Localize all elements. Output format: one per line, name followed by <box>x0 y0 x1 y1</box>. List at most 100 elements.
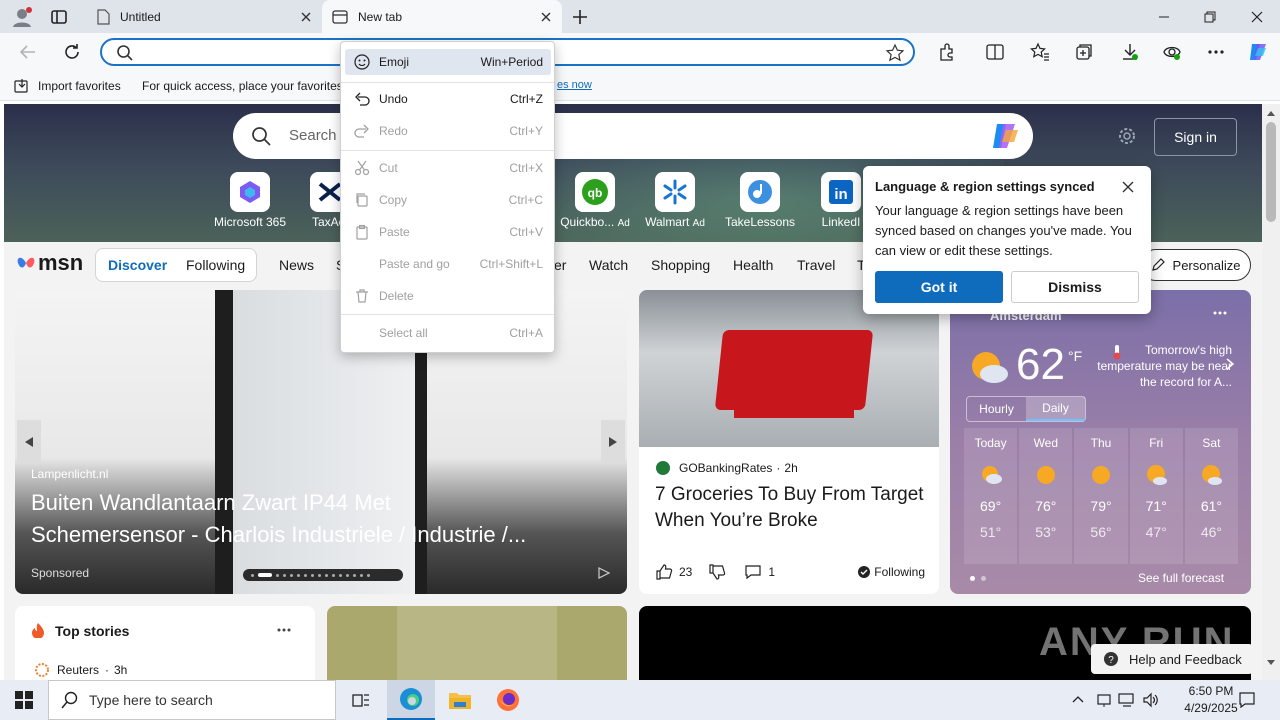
weather-card[interactable]: Amsterdam 62 °F Tomorrow's high temperat… <box>950 290 1251 594</box>
notification-icon[interactable] <box>1238 691 1256 709</box>
quicklink-takelessons[interactable]: TakeLessons <box>720 172 800 229</box>
more-options-icon[interactable] <box>1202 40 1230 64</box>
got-it-button[interactable]: Got it <box>875 271 1003 303</box>
file-explorer-button[interactable] <box>436 680 484 720</box>
close-tab-icon[interactable] <box>540 11 552 23</box>
minimize-button[interactable] <box>1141 0 1187 33</box>
favorites-icon[interactable] <box>1026 40 1054 64</box>
chevron-right-icon[interactable] <box>1226 358 1234 370</box>
page-scrollbar[interactable] <box>1262 104 1280 680</box>
close-tab-icon[interactable] <box>300 11 312 23</box>
close-icon[interactable] <box>1122 181 1134 193</box>
performance-icon[interactable] <box>1158 40 1186 64</box>
import-favorites-button[interactable]: Import favorites <box>14 78 121 94</box>
dismiss-button[interactable]: Dismiss <box>1011 271 1139 303</box>
forecast-day[interactable]: Wed 76° 53° <box>1019 428 1073 564</box>
close-window-button[interactable] <box>1234 0 1280 33</box>
menu-item-paste[interactable]: Paste Ctrl+V <box>345 219 551 245</box>
msn-logo[interactable]: msn <box>16 250 83 276</box>
tab-discover[interactable]: Discover <box>108 257 167 273</box>
scroll-thumb[interactable] <box>1266 122 1276 222</box>
nav-travel[interactable]: Travel <box>797 257 835 273</box>
downloads-icon[interactable] <box>1116 40 1144 64</box>
task-view-button[interactable] <box>340 680 382 720</box>
nav-health[interactable]: Health <box>733 257 773 273</box>
tab-hourly[interactable]: Hourly <box>967 397 1026 421</box>
quicklink-microsoft-365[interactable]: Microsoft 365 <box>210 172 290 229</box>
help-feedback-button[interactable]: ? Help and Feedback <box>1091 644 1253 674</box>
scroll-up-icon[interactable] <box>1267 110 1275 116</box>
restore-button[interactable] <box>1187 0 1233 33</box>
extensions-icon[interactable] <box>933 40 961 64</box>
menu-label: Paste <box>379 225 410 239</box>
nav-news[interactable]: News <box>279 257 314 273</box>
menu-item-redo[interactable]: Redo Ctrl+Y <box>345 118 551 144</box>
see-full-forecast-link[interactable]: See full forecast <box>1138 571 1224 585</box>
personalize-button[interactable]: Personalize <box>1140 249 1251 281</box>
msn-wordmark: msn <box>38 250 84 275</box>
copilot-icon[interactable] <box>991 122 1021 150</box>
menu-item-select-all[interactable]: Select all Ctrl+A <box>345 320 551 346</box>
more-icon[interactable] <box>277 628 291 632</box>
newtab-page-icon <box>332 9 348 24</box>
taskbar-search-box[interactable]: Type here to search <box>48 680 336 720</box>
like-icon[interactable] <box>655 563 673 581</box>
refresh-button[interactable] <box>60 40 84 64</box>
quicklink-quickbooks[interactable]: qb Quickbo... Ad <box>555 172 635 229</box>
carousel-prev-button[interactable] <box>17 420 41 464</box>
day-label: Thu <box>1090 436 1112 450</box>
nav-watch[interactable]: Watch <box>589 257 628 273</box>
dislike-icon[interactable] <box>708 563 726 581</box>
nav-weather[interactable]: er <box>554 257 566 273</box>
tab-title: Untitled <box>120 9 161 24</box>
favorite-star-icon[interactable] <box>885 43 905 63</box>
quicklink-walmart[interactable]: Walmart Ad <box>635 172 715 229</box>
tab-following[interactable]: Following <box>186 257 245 273</box>
nav-shopping[interactable]: Shopping <box>651 257 710 273</box>
menu-item-undo[interactable]: Undo Ctrl+Z <box>345 86 551 112</box>
copilot-icon[interactable] <box>1244 40 1272 64</box>
weather-alert[interactable]: Tomorrow's high temperature may be near … <box>1092 342 1232 390</box>
carousel-next-button[interactable] <box>601 420 625 464</box>
more-icon[interactable] <box>1212 310 1228 316</box>
sign-in-button[interactable]: Sign in <box>1154 118 1237 156</box>
news-card[interactable]: GOBankingRates · 2h 7 Groceries To Buy F… <box>639 290 939 594</box>
collections-icon[interactable] <box>1070 40 1098 64</box>
new-tab-button[interactable] <box>570 7 590 27</box>
manage-favorites-link[interactable]: es now <box>557 79 592 91</box>
menu-item-paste-and-go[interactable]: Paste and go Ctrl+Shift+L <box>345 251 551 277</box>
menu-item-cut[interactable]: Cut Ctrl+X <box>345 155 551 181</box>
scroll-down-icon[interactable] <box>1267 660 1275 666</box>
tab-daily[interactable]: Daily <box>1026 397 1085 421</box>
page-settings-icon[interactable] <box>1117 126 1137 146</box>
paste-icon <box>356 224 368 240</box>
forecast-day[interactable]: Today 69° 51° <box>964 428 1018 564</box>
show-hidden-icons[interactable] <box>1072 695 1084 703</box>
following-label[interactable]: Following <box>874 565 925 579</box>
forecast-day[interactable]: Fri 71° 47° <box>1129 428 1183 564</box>
high-temp: 79° <box>1090 498 1112 514</box>
wired-network-icon[interactable] <box>1118 692 1136 708</box>
menu-item-emoji[interactable]: Emoji Win+Period <box>345 49 551 75</box>
volume-icon[interactable] <box>1142 692 1160 708</box>
split-screen-icon[interactable] <box>981 40 1009 64</box>
forecast-day[interactable]: Sat 61° 46° <box>1184 428 1239 564</box>
back-button[interactable] <box>16 40 40 64</box>
comment-icon[interactable] <box>744 563 762 581</box>
edge-taskbar-button[interactable] <box>387 680 435 720</box>
firefox-button[interactable] <box>484 680 532 720</box>
tab-actions-icon[interactable] <box>50 8 68 26</box>
tab-new-tab[interactable]: New tab <box>322 0 562 33</box>
article-image-card[interactable] <box>327 606 627 680</box>
menu-item-copy[interactable]: Copy Ctrl+C <box>345 187 551 213</box>
menu-item-delete[interactable]: Delete <box>345 283 551 309</box>
tab-title: New tab <box>358 9 403 24</box>
forecast-day[interactable]: Thu 79° 56° <box>1074 428 1128 564</box>
tab-untitled[interactable]: Untitled <box>86 0 322 33</box>
ad-choices-icon[interactable] <box>597 566 611 580</box>
microsoft-365-icon <box>230 172 270 212</box>
quicklink-linkedin[interactable]: in LinkedI <box>816 172 866 229</box>
start-button[interactable] <box>0 680 48 720</box>
network-icon[interactable] <box>1096 692 1112 708</box>
profile-avatar[interactable] <box>10 5 34 29</box>
